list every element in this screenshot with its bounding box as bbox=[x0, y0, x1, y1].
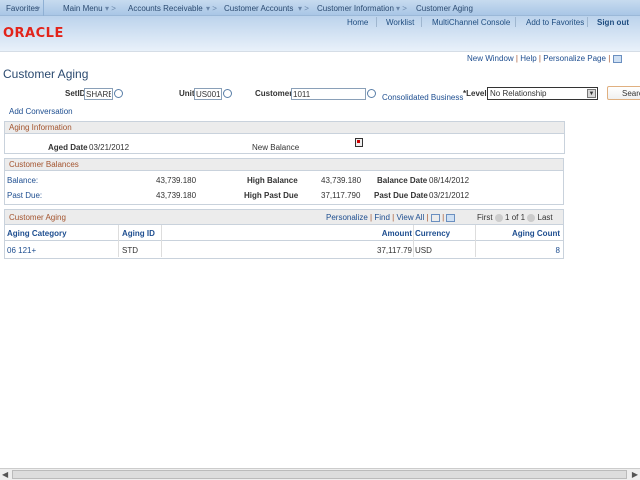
past-due-link[interactable]: Past Due: bbox=[7, 191, 42, 200]
currency-cell: USD bbox=[415, 246, 432, 255]
column-header[interactable]: Aging Category bbox=[7, 229, 67, 238]
previous-icon[interactable] bbox=[494, 213, 503, 222]
balance-date-value: 08/14/2012 bbox=[429, 176, 470, 185]
aging-information-section: Aging Information Aged Date 03/21/2012 N… bbox=[4, 121, 565, 154]
high-balance-label: High Balance bbox=[247, 176, 298, 185]
past-due-date-label: Past Due Date bbox=[374, 191, 428, 200]
grid-header-row: Aging Category Aging ID Amount Currency … bbox=[5, 225, 563, 257]
amount-cell: 37,117.79 bbox=[377, 246, 412, 255]
download-icon[interactable] bbox=[446, 213, 456, 222]
column-header[interactable]: Amount bbox=[382, 229, 412, 238]
column-header[interactable]: Aging Count bbox=[512, 229, 560, 238]
page-title: Customer Aging bbox=[3, 67, 89, 81]
personalize-link[interactable]: Personalize bbox=[326, 213, 368, 222]
level-value: No Relationship bbox=[490, 89, 547, 98]
scroll-thumb[interactable] bbox=[12, 470, 627, 479]
aged-date-value: 03/21/2012 bbox=[89, 143, 130, 152]
aging-category-link[interactable]: 06 121+ bbox=[7, 246, 36, 255]
worklist-link[interactable]: Worklist bbox=[386, 18, 414, 27]
view-all-link[interactable]: View All bbox=[396, 213, 424, 222]
balance-link[interactable]: Balance: bbox=[7, 176, 38, 185]
consolidated-business-link[interactable]: Consolidated Business bbox=[382, 93, 463, 102]
unit-input[interactable] bbox=[194, 88, 222, 100]
add-to-favorites-link[interactable]: Add to Favorites bbox=[526, 18, 584, 27]
help-link[interactable]: Help bbox=[520, 54, 536, 63]
search-icon[interactable] bbox=[114, 89, 123, 98]
customer-input[interactable] bbox=[291, 88, 366, 100]
customer-aging-grid: Customer Aging Personalize | Find | View… bbox=[4, 209, 564, 259]
favorites-menu[interactable]: Favorites bbox=[6, 4, 39, 13]
search-icon[interactable] bbox=[223, 89, 232, 98]
find-link[interactable]: Find bbox=[374, 213, 390, 222]
column-header[interactable]: Currency bbox=[415, 229, 450, 238]
multichannel-console-link[interactable]: MultiChannel Console bbox=[432, 18, 510, 27]
main-menu[interactable]: Main Menu bbox=[63, 4, 103, 13]
zoom-icon[interactable] bbox=[430, 213, 440, 222]
setid-label: SetID bbox=[65, 89, 86, 98]
chevron-down-icon[interactable]: ▼ bbox=[587, 89, 596, 98]
past-due-date-value: 03/21/2012 bbox=[429, 191, 470, 200]
column-header[interactable]: Aging ID bbox=[122, 229, 155, 238]
high-past-due-label: High Past Due bbox=[244, 191, 299, 200]
crumb-customer-accounts[interactable]: Customer Accounts bbox=[224, 4, 293, 13]
high-balance-value: 43,739.180 bbox=[321, 176, 362, 185]
setid-input[interactable] bbox=[84, 88, 113, 100]
balance-value: 43,739.180 bbox=[156, 176, 197, 185]
new-window-link[interactable]: New Window bbox=[467, 54, 514, 63]
scroll-right-icon[interactable]: ▶ bbox=[632, 470, 638, 479]
next-icon[interactable] bbox=[527, 213, 536, 222]
crumb-customer-aging: Customer Aging bbox=[416, 4, 473, 13]
home-link[interactable]: Home bbox=[347, 18, 368, 27]
oracle-logo: ORACLE bbox=[3, 26, 64, 41]
balance-date-label: Balance Date bbox=[377, 176, 428, 185]
top-nav-bar: Favorites ▾ Main Menu ▾ > Accounts Recei… bbox=[0, 0, 640, 16]
horizontal-scrollbar[interactable]: ◀ ▶ bbox=[0, 468, 640, 480]
level-select[interactable]: No Relationship ▼ bbox=[487, 87, 598, 100]
level-label: *Level bbox=[463, 89, 487, 98]
high-past-due-value: 37,117.790 bbox=[321, 191, 361, 200]
document-icon[interactable] bbox=[355, 138, 363, 147]
sign-out-link[interactable]: Sign out bbox=[597, 18, 629, 27]
grid-icon[interactable] bbox=[612, 54, 622, 63]
add-conversation-link[interactable]: Add Conversation bbox=[9, 107, 73, 116]
pager-text: 1 of 1 bbox=[505, 213, 526, 222]
personalize-page-link[interactable]: Personalize Page bbox=[543, 54, 606, 63]
customer-balances-section: Customer Balances Balance: 43,739.180 Hi… bbox=[4, 158, 564, 205]
unit-label: Unit bbox=[179, 89, 195, 98]
search-icon[interactable] bbox=[367, 89, 376, 98]
new-balance-label: New Balance bbox=[252, 143, 300, 152]
last-label: Last bbox=[537, 213, 553, 222]
past-due-value: 43,739.180 bbox=[156, 191, 197, 200]
scroll-left-icon[interactable]: ◀ bbox=[2, 470, 8, 479]
aging-id-cell: STD bbox=[122, 246, 138, 255]
aging-count-link[interactable]: 8 bbox=[556, 246, 560, 255]
search-button[interactable]: Search bbox=[607, 86, 640, 100]
table-row: 06 121+ STD 37,117.79 USD 8 bbox=[5, 242, 563, 258]
section-title: Customer Balances bbox=[5, 159, 563, 171]
section-title: Aging Information bbox=[5, 122, 564, 134]
crumb-accounts-receivable[interactable]: Accounts Receivable bbox=[128, 4, 203, 13]
customer-label: Customer bbox=[255, 89, 293, 98]
aged-date-label: Aged Date bbox=[48, 143, 88, 152]
first-label: First bbox=[477, 213, 493, 222]
header: Home Worklist MultiChannel Console Add t… bbox=[0, 16, 640, 52]
crumb-customer-information[interactable]: Customer Information bbox=[317, 4, 394, 13]
